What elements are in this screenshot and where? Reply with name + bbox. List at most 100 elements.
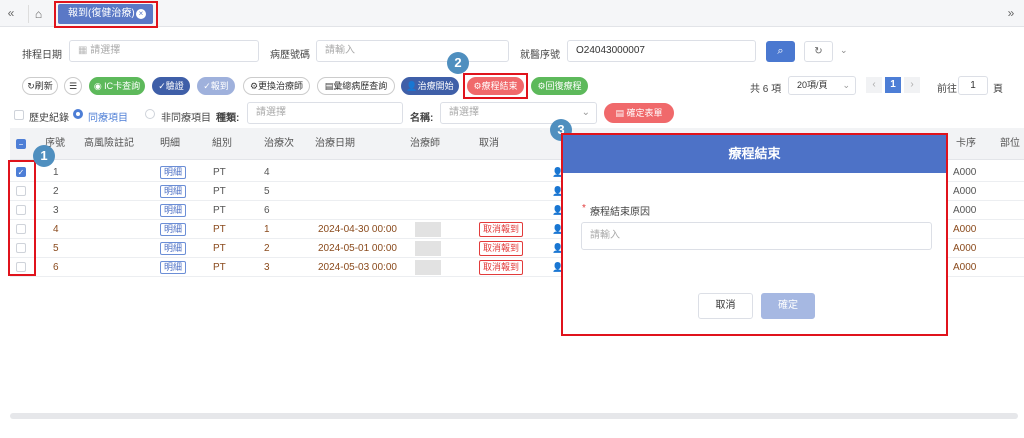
col-times: 治療次 <box>264 138 294 149</box>
chart-no-input[interactable]: 請輸入 <box>316 40 509 62</box>
category-select[interactable]: 請選擇 <box>247 102 403 124</box>
calendar-icon: ▦ <box>78 45 91 56</box>
name-placeholder: 請選擇 <box>449 107 479 118</box>
document-icon: ▤ <box>615 108 627 118</box>
tab-label: 報到(復健治療) <box>68 8 135 19</box>
detail-link[interactable]: 明細 <box>160 261 187 274</box>
col-cancel: 取消 <box>479 138 499 149</box>
row-group: PT <box>213 167 226 178</box>
row-times: 5 <box>264 186 270 197</box>
close-icon[interactable]: × <box>136 9 146 19</box>
page-size-value: 20項/頁 <box>797 80 828 90</box>
page-1-button[interactable]: 1 <box>885 77 901 93</box>
callout-2: 2 <box>447 52 469 74</box>
ic-card-query-button[interactable]: ◉ IC卡查詢 <box>89 77 145 95</box>
row-card-seq: A000 <box>953 205 977 216</box>
row-date: 2024-05-01 00:00 <box>318 243 397 254</box>
row-no: 4 <box>53 224 59 235</box>
row-no: 2 <box>53 186 59 197</box>
detail-link[interactable]: 明細 <box>160 242 187 255</box>
row-group: PT <box>213 262 226 273</box>
category-label: 種類: <box>216 113 240 124</box>
chevron-down-icon[interactable]: ⌄ <box>840 45 848 56</box>
treatment-start-label: 治療開始 <box>417 81 454 91</box>
goto-label: 前往 <box>937 84 957 95</box>
page-size-select[interactable]: 20項/頁 ⌄ <box>788 76 856 95</box>
page-unit-label: 頁 <box>993 84 1003 95</box>
col-card-seq: 卡序 <box>956 138 976 149</box>
required-mark: * <box>582 203 586 214</box>
scroll-right-button[interactable]: » <box>1000 0 1022 27</box>
scroll-left-button[interactable]: « <box>0 0 22 27</box>
gear-icon: ⚙ <box>537 81 546 91</box>
checkin-button[interactable]: ✓報到 <box>197 77 235 95</box>
gear-icon: ⚙ <box>249 81 259 91</box>
course-end-modal: 療程結束 * 療程結束原因 請輸入 取消 確定 <box>561 133 948 336</box>
row-card-seq: A000 <box>953 224 977 235</box>
change-therapist-button[interactable]: ⚙更換治療師 <box>243 77 310 95</box>
confirm-form-label: 確定表單 <box>626 108 663 118</box>
verify-button[interactable]: ✓驗證 <box>152 77 190 95</box>
non-same-item-radio[interactable] <box>145 109 155 119</box>
schedule-date-label: 排程日期 <box>22 50 62 61</box>
row-date: 2024-04-30 00:00 <box>318 224 397 235</box>
row-times: 2 <box>264 243 270 254</box>
visit-no-input[interactable]: O24043000007 <box>567 40 756 62</box>
cancel-checkin-button[interactable]: 取消報到 <box>479 260 524 275</box>
same-item-radio[interactable] <box>73 109 83 119</box>
non-same-item-label: 非同療項目 <box>161 113 211 124</box>
course-end-button[interactable]: ⚙療程結束 <box>467 77 524 95</box>
refresh-icon: ↻ <box>27 81 35 91</box>
next-page-button[interactable]: › <box>904 77 920 93</box>
course-end-label: 療程結束 <box>481 81 518 91</box>
therapist-avatar-blurred <box>415 222 441 237</box>
detail-link[interactable]: 明細 <box>160 223 187 236</box>
cancel-checkin-button[interactable]: 取消報到 <box>479 222 524 237</box>
row-times: 1 <box>264 224 270 235</box>
horizontal-scrollbar[interactable] <box>10 413 1018 419</box>
row-card-seq: A000 <box>953 167 977 178</box>
total-count: 共 6 項 <box>750 84 782 95</box>
ic-card-query-label: IC卡查詢 <box>104 81 141 91</box>
callout-1: 1 <box>33 145 55 167</box>
reset-icon[interactable]: ↻ <box>804 41 833 62</box>
change-therapist-label: 更換治療師 <box>258 81 304 91</box>
history-query-label: 彙總病歷查詢 <box>333 81 388 91</box>
cancel-checkin-button[interactable]: 取消報到 <box>479 241 524 256</box>
search-icon[interactable]: ⌕ <box>766 41 795 62</box>
home-icon[interactable]: ⌂ <box>28 5 48 23</box>
refresh-button[interactable]: ↻刷新 <box>22 77 58 95</box>
checkin-label: 報到 <box>210 81 229 91</box>
tab-checkin-rehab[interactable]: 報到(復健治療) × <box>58 4 153 24</box>
history-checkbox[interactable] <box>14 110 24 120</box>
confirm-form-button[interactable]: ▤ 確定表單 <box>604 103 674 123</box>
row-card-seq: A000 <box>953 262 977 273</box>
row-no: 3 <box>53 205 59 216</box>
goto-page-input[interactable]: 1 <box>958 76 988 95</box>
detail-link[interactable]: 明細 <box>160 166 187 179</box>
detail-link[interactable]: 明細 <box>160 204 187 217</box>
row-times: 3 <box>264 262 270 273</box>
check-icon: ✓ <box>203 81 211 91</box>
col-high-risk: 高風險註記 <box>84 138 134 149</box>
reason-label: 療程結束原因 <box>590 207 650 218</box>
prev-page-button[interactable]: ‹ <box>866 77 882 93</box>
modal-cancel-button[interactable]: 取消 <box>698 293 753 319</box>
reason-input[interactable]: 請輸入 <box>581 222 932 250</box>
name-select[interactable]: 請選擇 ⌄ <box>440 102 597 124</box>
row-group: PT <box>213 243 226 254</box>
modal-confirm-button[interactable]: 確定 <box>761 293 815 319</box>
restore-course-button[interactable]: ⚙回復療程 <box>531 77 588 95</box>
schedule-date-input[interactable]: ▦ 請選擇 <box>69 40 259 62</box>
list-icon[interactable]: ☰ <box>64 77 82 95</box>
treatment-start-button[interactable]: 👤治療開始 <box>401 77 459 95</box>
refresh-label: 刷新 <box>34 81 53 91</box>
schedule-date-placeholder: 請選擇 <box>90 45 121 56</box>
detail-link[interactable]: 明細 <box>160 185 187 198</box>
eye-icon: ◉ <box>93 81 105 91</box>
history-query-button[interactable]: ▤彙總病歷查詢 <box>317 77 395 95</box>
row-card-seq: A000 <box>953 243 977 254</box>
select-all-checkbox[interactable]: − <box>16 139 26 149</box>
row-times: 6 <box>264 205 270 216</box>
chevron-down-icon: ⌄ <box>842 80 850 90</box>
